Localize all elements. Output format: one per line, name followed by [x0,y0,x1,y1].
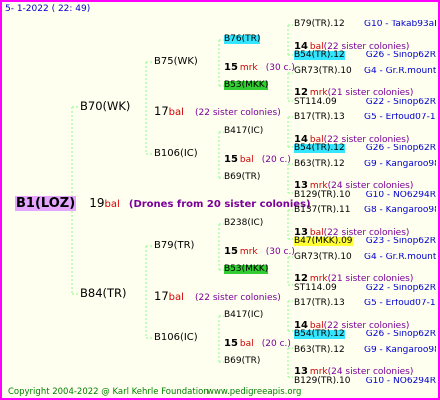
drone-count: 15 [224,154,238,165]
colonies-note: (30 c.) [265,63,295,73]
race-code: bal [239,155,254,165]
grandparent-name[interactable]: B79(TR) [154,241,194,251]
breeder-id: G10 - Takab93aR [364,20,436,29]
queen-name[interactable]: B1(LOZ) [15,196,77,211]
queen-drone-note: (Drones from 20 sister colonies) [128,199,311,210]
pedigree-frame: 5- 1-2022 ( 22: 49) B1(LOZ) 19bal (Drone… [0,0,440,400]
ancestor-drone-info: 15 bal (20 c.) [224,333,291,349]
colonies-note: (20 c.) [261,155,291,165]
ancestor-name[interactable]: B238(IC) [224,219,263,228]
great-grandparent-name[interactable]: B54(TR).12 [294,330,345,339]
race-code: bal [168,292,184,303]
sister-colonies-note: (21 sister colonies) [327,88,414,98]
great-grandparent-name[interactable]: GR73(TR).10 [294,253,352,262]
copyright-text: Copyright 2004-2022 @ Karl Kehrle Founda… [8,387,209,397]
ancestor-name[interactable]: B69(TR) [224,357,260,366]
drone-origin-info: 12 mrk(21 sister colonies) [294,268,413,284]
breeder-id: G26 - Sinop62R [365,51,436,60]
great-grandparent-name[interactable]: B54(TR).12 [294,51,345,60]
report-date: 5- 1-2022 ( 22: 49) [5,4,91,14]
drone-origin-info: 13 mrk(24 sister colonies) [294,361,413,377]
breeder-id: G9 - Kangaroo98R [364,160,436,169]
ancestor-drone-info: 15 mrk (30 c.) [224,57,295,73]
race-code: bal [239,339,254,349]
drone-origin-info: 12 mrk(21 sister colonies) [294,82,413,98]
sister-colonies-note: (22 sister colonies) [195,108,281,118]
breeder-id: G5 - Erfoud07-1Q [364,113,436,122]
breeder-id: G4 - Gr.R.mounta [364,67,436,76]
great-grandparent-name[interactable]: B63(TR).12 [294,160,345,169]
breeder-id: G10 - NO6294R [365,377,436,386]
breeder-id: G22 - Sinop62R [365,98,436,107]
website-link[interactable]: www.pedigreeapis.org [207,388,301,397]
great-grandparent-name[interactable]: ST114.09 [294,284,337,293]
sister-colonies-note: (21 sister colonies) [327,274,414,284]
drone-count: 15 [224,338,238,349]
parent-name[interactable]: B70(WK) [80,100,130,113]
drone-count: 17 [154,104,169,118]
ancestor-name[interactable]: B417(IC) [224,127,263,136]
race-code: mrk [239,247,258,257]
colonies-note: (20 c.) [261,339,291,349]
breeder-id: G8 - Kangaroo98R [364,206,436,215]
great-grandparent-name[interactable]: GR73(TR).10 [294,67,352,76]
ancestor-name[interactable]: B76(TR) [224,35,261,44]
parent-name[interactable]: B84(TR) [80,287,127,300]
ancestor-name[interactable]: B53(MKK) [224,265,269,274]
sister-colonies-note: (22 sister colonies) [195,293,281,303]
drone-count: 15 [224,62,238,73]
breeder-id: G22 - Sinop62R [365,284,436,293]
great-grandparent-name[interactable]: B79(TR).12 [294,20,345,29]
drone-count: 15 [224,246,238,257]
great-grandparent-name[interactable]: B137(TR).11 [294,206,350,215]
grandparent-name[interactable]: B106(IC) [154,149,198,159]
queen-drone-count: 19 [89,196,105,210]
breeder-id: G10 - NO6294R [365,191,436,200]
great-grandparent-name[interactable]: B47(MKK).09 [294,237,353,246]
queen-entry: B1(LOZ) 19bal (Drones from 20 sister col… [15,194,311,211]
drone-origin-info: 13 mrk(24 sister colonies) [294,175,413,191]
ancestor-name[interactable]: B417(IC) [224,311,263,320]
great-grandparent-name[interactable]: B17(TR).13 [294,299,345,308]
breeder-id: G4 - Gr.R.mounta [364,253,436,262]
ancestor-name[interactable]: B69(TR) [224,173,260,182]
great-grandparent-name[interactable]: B54(TR).12 [294,144,345,153]
great-grandparent-name[interactable]: B17(TR).13 [294,113,345,122]
parent-drone-info: 17bal (22 sister colonies) [154,287,281,303]
ancestor-drone-info: 15 mrk (30 c.) [224,241,295,257]
grandparent-name[interactable]: B75(WK) [154,57,198,67]
great-grandparent-name[interactable]: B63(TR).12 [294,346,345,355]
breeder-id: G23 - Sinop62R [365,237,436,246]
breeder-id: G26 - Sinop62R [365,330,436,339]
breeder-id: G9 - Kangaroo98R [364,346,436,355]
breeder-id: G26 - Sinop62R [365,144,436,153]
great-grandparent-name[interactable]: ST114.09 [294,98,337,107]
parent-drone-info: 17bal (22 sister colonies) [154,102,281,118]
race-code: bal [168,107,184,118]
drone-count: 17 [154,289,169,303]
great-grandparent-name[interactable]: B129(TR).10 [294,377,350,386]
queen-race-code: bal [104,199,120,210]
race-code: mrk [239,63,258,73]
colonies-note: (30 c.) [265,247,295,257]
ancestor-drone-info: 15 bal (20 c.) [224,149,291,165]
ancestor-name[interactable]: B53(MKK) [224,81,269,90]
great-grandparent-name[interactable]: B129(TR).10 [294,191,350,200]
grandparent-name[interactable]: B106(IC) [154,333,198,343]
breeder-id: G5 - Erfoud07-1Q [364,299,436,308]
